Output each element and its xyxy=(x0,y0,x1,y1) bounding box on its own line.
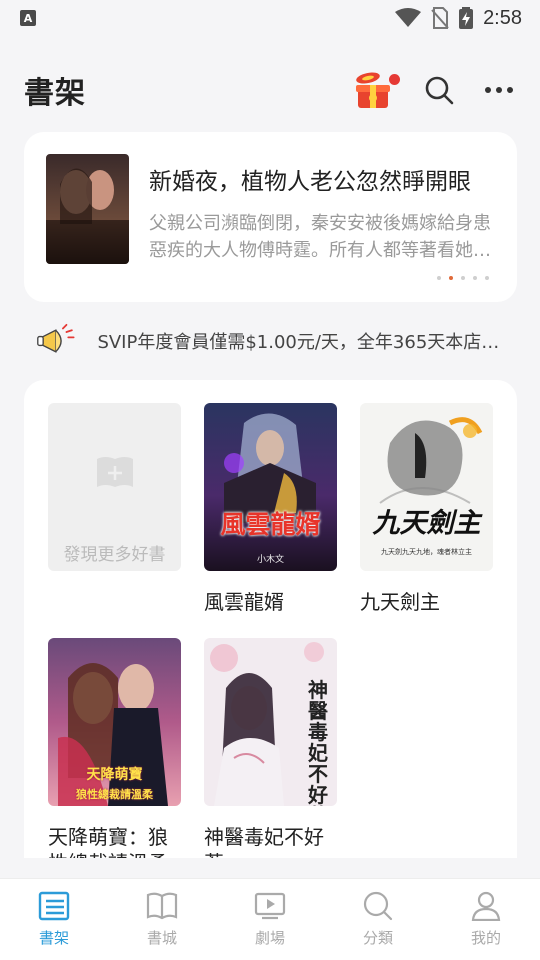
gift-icon xyxy=(356,72,390,108)
book-cover[interactable]: 九天劍主 九天劍九天九地，魂者林立主 xyxy=(360,403,493,571)
nav-bookstore[interactable]: 書城 xyxy=(108,891,216,948)
book-cover[interactable]: 天降萌寶 狼性總裁請溫柔 xyxy=(48,638,181,806)
book-item[interactable]: 天降萌寶 狼性總裁請溫柔 天降萌寶：狼性總裁請溫柔 xyxy=(48,638,181,858)
open-book-icon xyxy=(146,892,178,920)
bottom-navigation: 書架 書城 劇場 分類 我的 xyxy=(0,878,540,960)
nav-bookshelf[interactable]: 書架 xyxy=(0,891,108,948)
no-sim-icon xyxy=(431,7,449,29)
carousel-dot-active xyxy=(449,276,453,280)
bookshelf-grid: 發現更多好書 風雲龍婿 小木文 風雲龍婿 九天劍主 九天劍九天九地，魂者林立主 … xyxy=(24,380,517,858)
search-button[interactable] xyxy=(422,73,456,107)
book-cover[interactable]: 神醫毒妃不好惹 xyxy=(204,638,337,806)
featured-book-card[interactable]: 新婚夜，植物人老公忽然睜開眼 父親公司瀕臨倒閉，秦安安被後媽嫁給身患惡疾的大人物… xyxy=(24,132,517,302)
battery-charging-icon xyxy=(459,7,474,29)
discover-more-label: 發現更多好書 xyxy=(63,545,166,565)
nav-profile[interactable]: 我的 xyxy=(432,891,540,948)
nav-label: 書架 xyxy=(38,929,69,947)
book-title: 風雲龍婿 xyxy=(204,590,284,614)
nav-theater[interactable]: 劇場 xyxy=(216,891,324,948)
more-button[interactable] xyxy=(482,73,516,107)
book-title: 天降萌寶：狼性總裁請溫柔 xyxy=(48,825,168,858)
book-item[interactable]: 神醫毒妃不好惹 神醫毒妃不好惹 xyxy=(204,638,337,858)
book-cover-tagline: 九天劍九天九地，魂者林立主 xyxy=(381,548,472,556)
book-cover-title: 天降萌寶 xyxy=(86,767,143,783)
search-category-icon xyxy=(363,891,393,921)
more-icon xyxy=(485,87,513,93)
add-book-icon xyxy=(96,457,133,487)
featured-book-description: 父親公司瀕臨倒閉，秦安安被後媽嫁給身患惡疾的大人物傅時霆。所有人都等著看她笑話 xyxy=(149,213,491,261)
discover-more-tile[interactable]: 發現更多好書 xyxy=(48,403,181,571)
megaphone-icon xyxy=(37,323,75,353)
featured-book-title: 新婚夜，植物人老公忽然睜開眼 xyxy=(149,169,471,195)
search-icon xyxy=(425,76,454,105)
nav-label: 分類 xyxy=(362,929,393,947)
video-play-icon xyxy=(254,892,286,920)
promo-text: SVIP年度會員僅需$1.00元/天，全年365天本店全場免費 xyxy=(97,332,506,353)
page-title: 書架 xyxy=(24,76,86,111)
book-item[interactable]: 風雲龍婿 小木文 風雲龍婿 xyxy=(204,403,337,615)
book-title: 神醫毒妃不好惹 xyxy=(204,825,324,858)
carousel-dot xyxy=(485,276,489,280)
nav-label: 書城 xyxy=(146,929,177,947)
bookshelf-icon xyxy=(38,891,70,921)
notification-badge xyxy=(389,74,400,85)
book-cover-title: 九天劍主 xyxy=(372,508,481,539)
notification-icon: A xyxy=(20,10,36,26)
carousel-indicator xyxy=(437,276,489,280)
carousel-dot xyxy=(461,276,465,280)
top-bar: 書架 xyxy=(0,60,540,120)
carousel-dot xyxy=(437,276,441,280)
clock: 2:58 xyxy=(483,6,522,29)
book-cover-title: 神醫毒妃不好惹 xyxy=(308,678,328,807)
user-icon xyxy=(471,891,501,921)
nav-label: 劇場 xyxy=(254,929,285,947)
nav-label: 我的 xyxy=(470,929,501,947)
carousel-dot xyxy=(473,276,477,280)
wifi-icon xyxy=(395,8,422,27)
svip-promo-banner[interactable]: SVIP年度會員僅需$1.00元/天，全年365天本店全場免費 xyxy=(36,320,506,362)
status-bar: A 2:58 xyxy=(0,0,540,36)
discover-more-books[interactable]: 發現更多好書 xyxy=(48,403,181,571)
featured-book-cover[interactable] xyxy=(46,154,129,264)
nav-categories[interactable]: 分類 xyxy=(324,891,432,948)
book-cover-subtitle: 狼性總裁請溫柔 xyxy=(76,788,153,801)
book-title: 九天劍主 xyxy=(360,590,440,614)
book-cover[interactable]: 風雲龍婿 小木文 xyxy=(204,403,337,571)
book-cover-title: 風雲龍婿 xyxy=(220,510,321,539)
book-cover-publisher: 小木文 xyxy=(256,555,284,565)
book-item[interactable]: 九天劍主 九天劍九天九地，魂者林立主 九天劍主 xyxy=(360,403,493,615)
gift-button[interactable] xyxy=(352,68,400,112)
